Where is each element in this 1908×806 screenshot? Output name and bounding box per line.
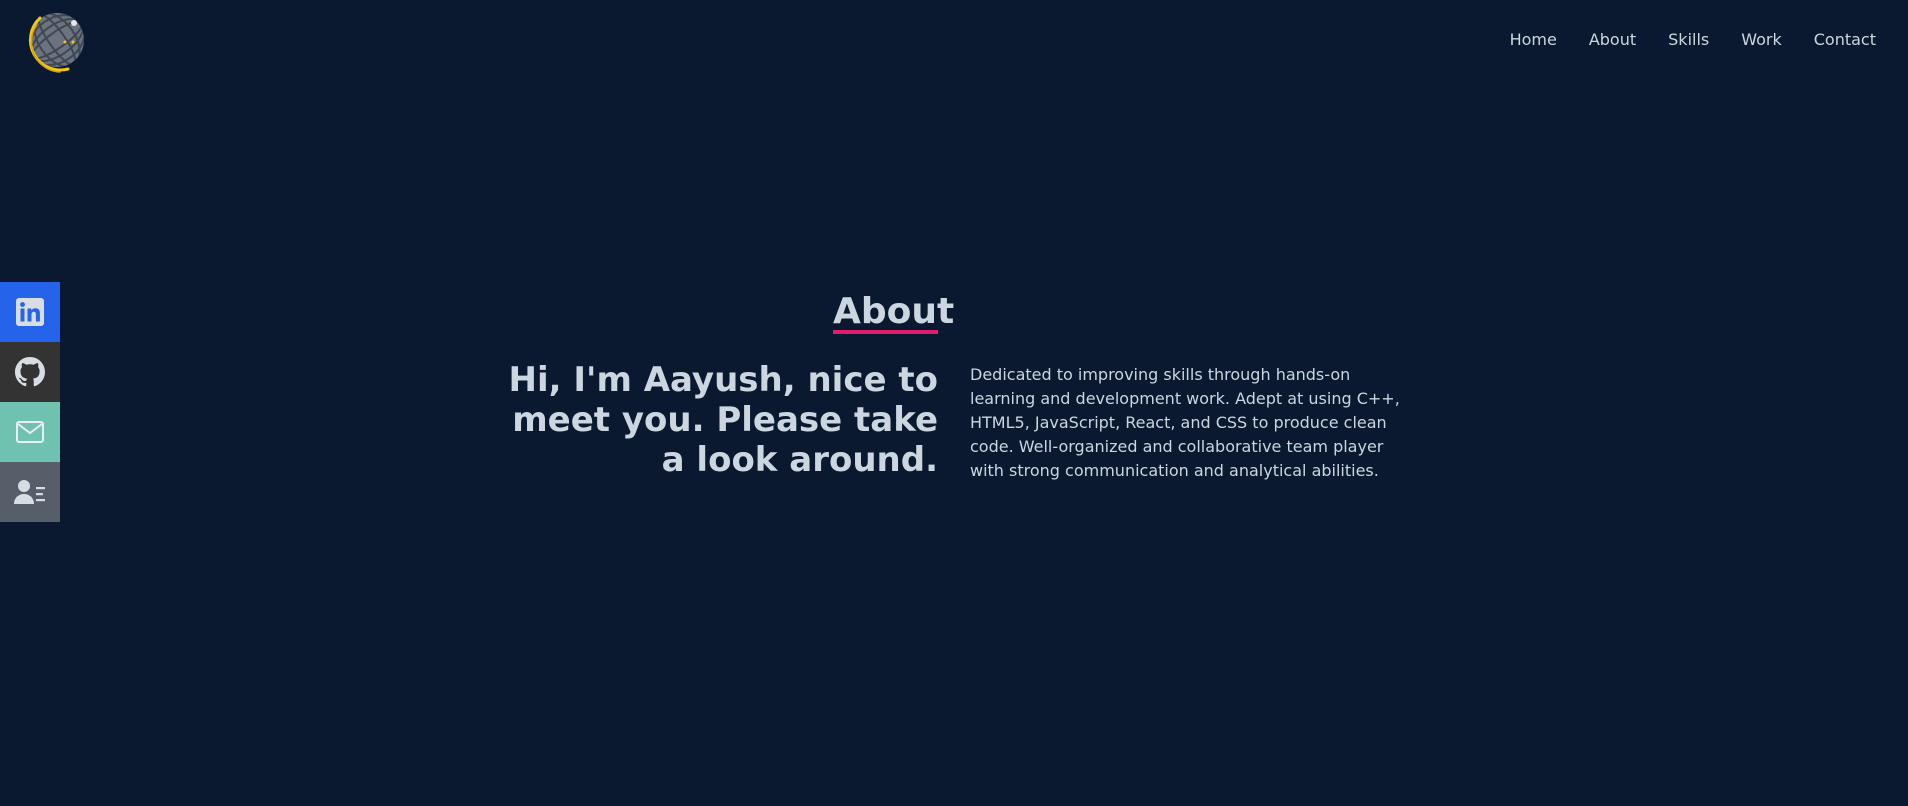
mail-icon bbox=[16, 421, 44, 443]
linkedin-link[interactable] bbox=[0, 282, 60, 342]
greeting-text: Hi, I'm Aayush, nice to meet you. Please… bbox=[508, 360, 938, 480]
about-heading: About bbox=[833, 291, 955, 332]
resume-link[interactable] bbox=[0, 462, 60, 522]
linkedin-icon bbox=[16, 298, 44, 326]
nav-link-work[interactable]: Work bbox=[1741, 29, 1782, 51]
github-icon bbox=[15, 357, 45, 387]
resume-icon bbox=[14, 480, 45, 504]
nav-link-home[interactable]: Home bbox=[1510, 29, 1557, 51]
main-nav: Home About Skills Work Contact bbox=[1478, 29, 1876, 51]
social-sidebar bbox=[0, 282, 60, 522]
logo-icon[interactable] bbox=[20, 6, 90, 76]
nav-link-about[interactable]: About bbox=[1589, 29, 1636, 51]
bio-paragraph: Dedicated to improving skills through ha… bbox=[970, 365, 1400, 480]
about-heading-underline bbox=[833, 330, 938, 334]
nav-link-skills[interactable]: Skills bbox=[1668, 29, 1709, 51]
page: Home About Skills Work Contact About Hi,… bbox=[0, 0, 1908, 806]
email-link[interactable] bbox=[0, 402, 60, 462]
nav-link-contact[interactable]: Contact bbox=[1814, 29, 1876, 51]
github-link[interactable] bbox=[0, 342, 60, 402]
